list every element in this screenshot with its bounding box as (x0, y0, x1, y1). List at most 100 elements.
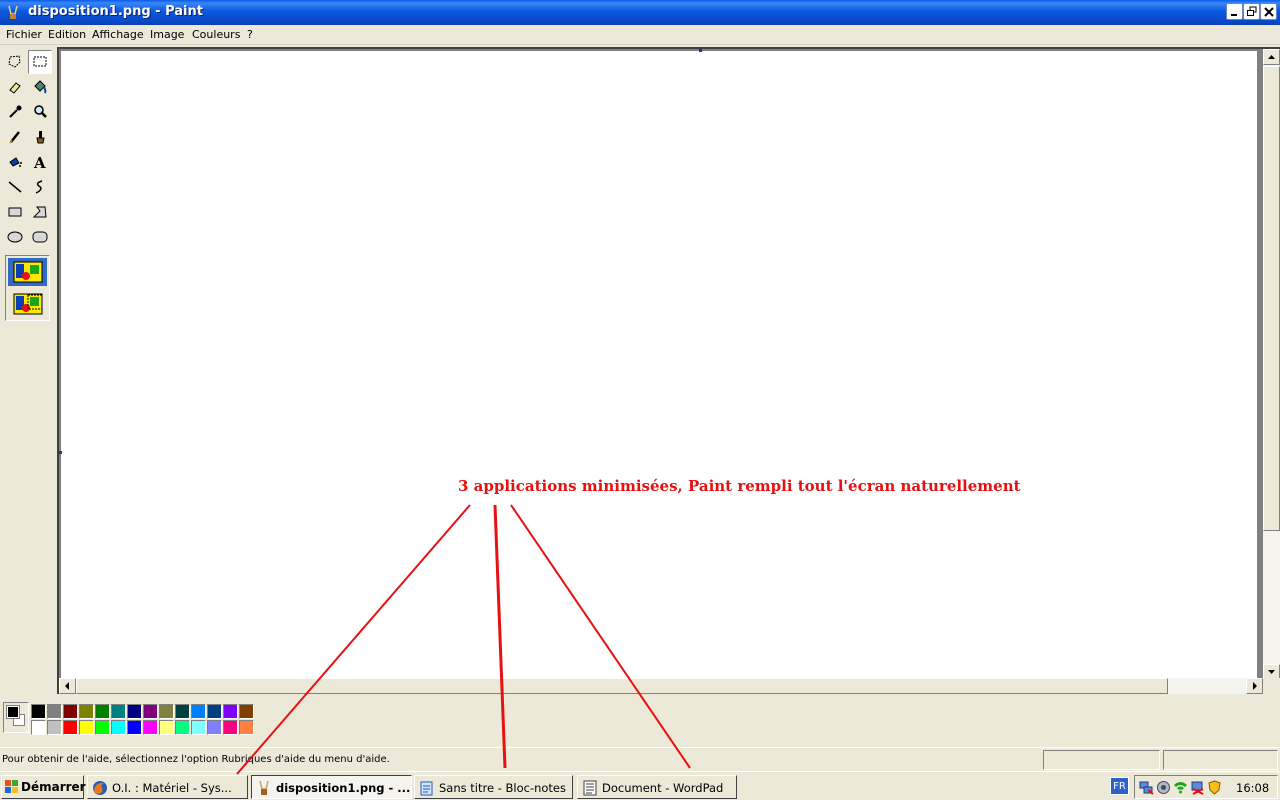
resize-handle-left[interactable] (59, 451, 62, 454)
color-swatch[interactable] (95, 704, 110, 719)
transparent-selection-option[interactable] (8, 290, 47, 318)
taskbar-label-wordpad: Document - WordPad (602, 781, 724, 795)
status-bar: Pour obtenir de l'aide, sélectionnez l'o… (0, 747, 1280, 771)
paint-app-icon[interactable] (6, 5, 20, 20)
current-colors[interactable] (3, 702, 29, 733)
rounded-rectangle-tool[interactable] (28, 225, 52, 249)
vertical-scrollbar[interactable] (1263, 49, 1280, 680)
color-swatch[interactable] (63, 720, 78, 735)
canvas-area (57, 47, 1280, 694)
taskbar-label-notepad: Sans titre - Bloc-notes (439, 781, 566, 795)
color-swatch[interactable] (31, 704, 46, 719)
color-swatch[interactable] (191, 704, 206, 719)
network-icon[interactable] (1139, 780, 1154, 795)
color-swatch[interactable] (191, 720, 206, 735)
color-palette (0, 694, 1280, 746)
color-swatch[interactable] (223, 704, 238, 719)
curve-tool[interactable] (28, 175, 52, 199)
scroll-left-button[interactable] (59, 678, 76, 694)
wifi-icon[interactable] (1173, 780, 1188, 795)
taskbar: Démarrer O.I. : Matériel - Sys... dispos… (0, 771, 1280, 800)
magnifier-tool[interactable] (28, 100, 52, 124)
resize-handle-top[interactable] (699, 49, 702, 52)
taskbar-button-notepad[interactable]: Sans titre - Bloc-notes (414, 775, 573, 799)
rectangle-tool[interactable] (3, 200, 27, 224)
brush-tool[interactable] (28, 125, 52, 149)
foreground-color (6, 705, 20, 719)
wordpad-icon (583, 780, 597, 796)
tool-options-panel (5, 255, 50, 321)
color-swatch[interactable] (239, 704, 254, 719)
color-swatch[interactable] (127, 720, 142, 735)
drawing-canvas[interactable] (61, 51, 1257, 680)
network-disconnected-icon[interactable] (1190, 780, 1205, 795)
menu-edition[interactable]: Edition (48, 28, 86, 41)
taskbar-button-paint[interactable]: disposition1.png - ... (251, 775, 412, 799)
color-swatch[interactable] (175, 704, 190, 719)
airbrush-tool[interactable] (3, 150, 27, 174)
start-button[interactable]: Démarrer (1, 775, 86, 799)
security-shield-icon[interactable] (1207, 780, 1222, 795)
color-swatch[interactable] (95, 720, 110, 735)
taskbar-button-wordpad[interactable]: Document - WordPad (577, 775, 737, 799)
color-swatch[interactable] (207, 704, 222, 719)
ellipse-tool[interactable] (3, 225, 27, 249)
color-swatch[interactable] (111, 720, 126, 735)
rect-select-tool[interactable] (28, 50, 52, 74)
svg-text:A: A (33, 154, 46, 170)
menu-bar: Fichier Edition Affichage Image Couleurs… (0, 25, 1280, 45)
opaque-selection-option[interactable] (8, 258, 47, 286)
color-swatch[interactable] (47, 704, 62, 719)
color-swatch[interactable] (143, 720, 158, 735)
horizontal-scroll-thumb[interactable] (76, 678, 1168, 694)
color-swatch[interactable] (175, 720, 190, 735)
line-tool[interactable] (3, 175, 27, 199)
eraser-tool[interactable] (3, 75, 27, 99)
title-bar[interactable]: disposition1.png - Paint (0, 0, 1280, 25)
status-position-panel (1043, 750, 1160, 770)
taskbar-label-firefox: O.I. : Matériel - Sys... (112, 781, 232, 795)
clock[interactable]: 16:08 (1236, 781, 1269, 795)
menu-help[interactable]: ? (247, 28, 253, 41)
color-swatch[interactable] (47, 720, 62, 735)
taskbar-button-firefox[interactable]: O.I. : Matériel - Sys... (87, 775, 248, 799)
menu-image[interactable]: Image (150, 28, 184, 41)
color-swatch[interactable] (239, 720, 254, 735)
free-form-select-tool[interactable] (3, 50, 27, 74)
fill-tool[interactable] (28, 75, 52, 99)
volume-icon[interactable] (1156, 780, 1171, 795)
status-size-panel (1163, 750, 1278, 770)
scroll-right-button[interactable] (1246, 678, 1263, 694)
scroll-up-button[interactable] (1263, 49, 1280, 65)
color-swatch[interactable] (79, 704, 94, 719)
color-picker-tool[interactable] (3, 100, 27, 124)
close-button[interactable] (1260, 3, 1277, 20)
toolbox: A (0, 47, 57, 694)
horizontal-scrollbar[interactable] (59, 678, 1263, 694)
vertical-scroll-thumb[interactable] (1263, 66, 1280, 531)
menu-fichier[interactable]: Fichier (6, 28, 42, 41)
windows-logo-icon (5, 780, 18, 793)
scroll-corner (1263, 678, 1280, 694)
minimize-button[interactable] (1226, 3, 1243, 20)
color-swatch[interactable] (159, 704, 174, 719)
color-swatch[interactable] (111, 704, 126, 719)
pencil-tool[interactable] (3, 125, 27, 149)
color-swatch[interactable] (223, 720, 238, 735)
menu-affichage[interactable]: Affichage (92, 28, 144, 41)
restore-button[interactable] (1243, 3, 1260, 20)
color-swatch[interactable] (159, 720, 174, 735)
color-swatch[interactable] (63, 704, 78, 719)
system-tray: 16:08 (1134, 775, 1278, 799)
color-swatch[interactable] (143, 704, 158, 719)
paint-icon (259, 780, 269, 795)
color-swatch[interactable] (127, 704, 142, 719)
polygon-tool[interactable] (28, 200, 52, 224)
language-indicator[interactable]: FR (1110, 777, 1129, 795)
color-swatch[interactable] (79, 720, 94, 735)
color-swatch[interactable] (31, 720, 46, 735)
text-tool[interactable]: A (28, 150, 52, 174)
annotation-text: 3 applications minimisées, Paint rempli … (458, 477, 1021, 495)
menu-couleurs[interactable]: Couleurs (192, 28, 240, 41)
color-swatch[interactable] (207, 720, 222, 735)
